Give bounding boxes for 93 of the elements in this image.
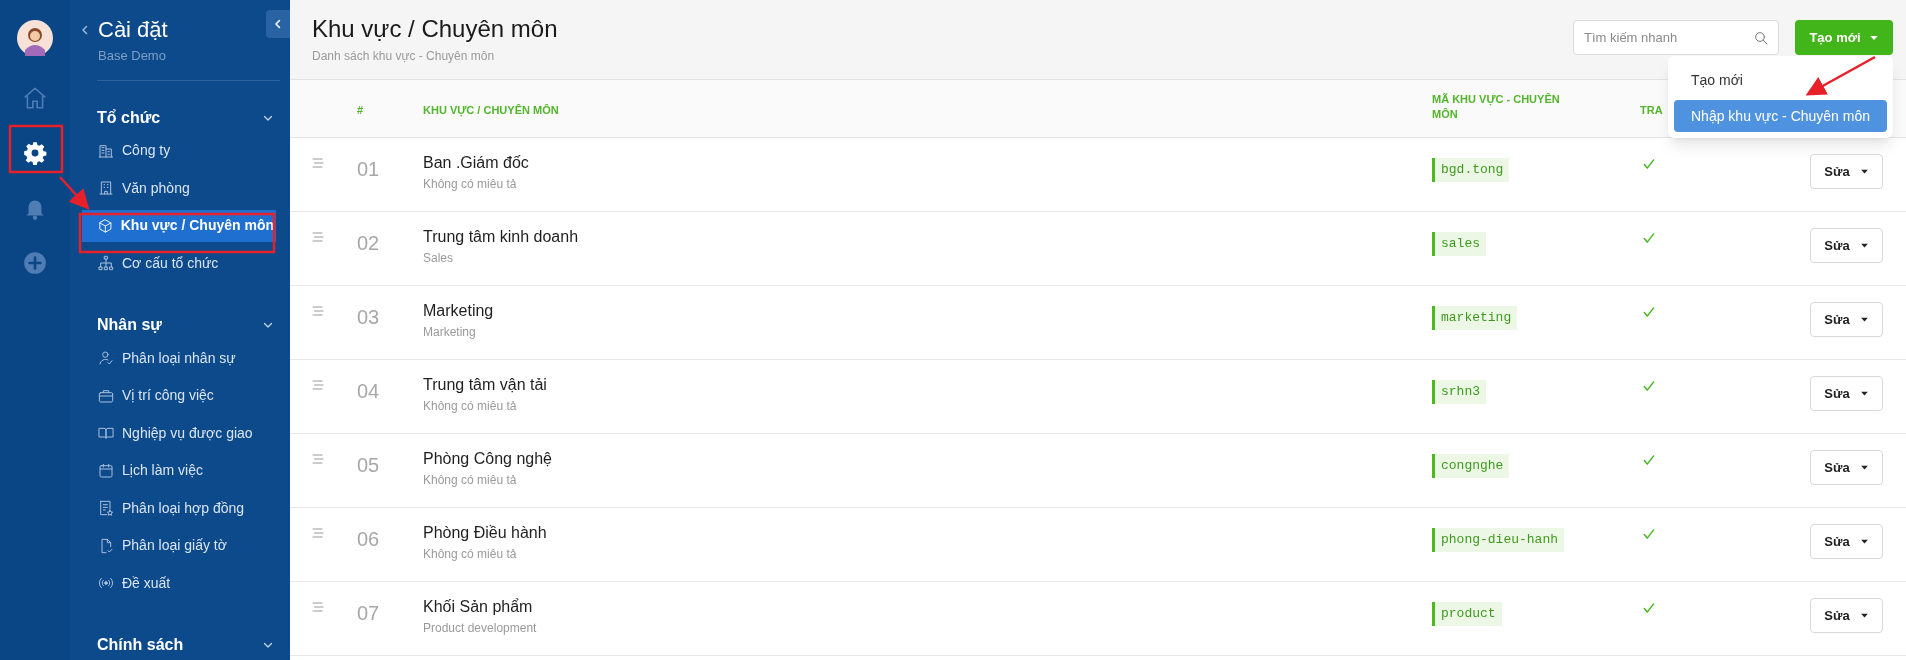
row-number: 03 [357,305,381,330]
caret-down-icon [1859,241,1869,250]
drag-handle-icon[interactable] [310,305,326,317]
caret-down-icon [1859,389,1869,398]
sidebar-item[interactable]: Nghiệp vụ được giao [82,417,276,449]
drag-handle-icon[interactable] [310,527,326,539]
row-number: 04 [357,379,381,404]
code-tag: phong-dieu-hanh [1432,528,1565,552]
row-number: 06 [357,527,381,552]
sidebar-item[interactable]: Vị trí công việc [82,379,276,412]
briefcase-icon [98,387,114,404]
row-number: 01 [357,157,381,182]
row-name: Ban .Giám đốc [423,153,530,173]
sidebar-item[interactable]: Phân loại hợp đồng [82,492,276,524]
sidebar-item[interactable]: Phân loại giấy tờ [82,529,276,562]
row-description: Không có miêu tả [423,398,518,415]
row-description: Không có miêu tả [423,472,518,489]
column-header: MÃ KHU VỰC - CHUYÊN MÔN [1432,92,1561,122]
edit-button[interactable]: Sửa [1810,376,1883,411]
caret-down-icon [1859,537,1869,546]
row-description: Không có miêu tả [423,176,518,193]
edit-button[interactable]: Sửa [1810,302,1883,337]
code-tag: sales [1432,232,1486,256]
sidebar-item[interactable]: Công ty [82,134,276,167]
sidebar-item[interactable]: Khu vực / Chuyên môn [82,209,276,242]
column-header: KHU VỰC / CHUYÊN MÔN [423,102,559,118]
row-description: Sales [423,250,455,267]
annotation-arrow [1805,55,1876,96]
drag-handle-icon[interactable] [310,601,326,613]
search-field[interactable]: Tìm kiếm nhanh [1573,20,1779,55]
row-name: Trung tâm vận tải [423,375,548,395]
edit-button[interactable]: Sửa [1810,228,1883,263]
caret-down-icon [1859,611,1869,620]
drag-handle-icon[interactable] [310,379,326,391]
row-name: Khối Sản phẩm [423,597,534,617]
cube-icon [98,217,113,234]
broadcast-icon [98,575,114,591]
caret-down-icon [1859,167,1869,176]
org-chart-icon [98,255,114,271]
drag-handle-icon[interactable] [310,453,326,465]
sidebar-item[interactable]: Cơ cấu tổ chức [82,247,276,279]
building-icon [98,180,114,196]
row-number: 07 [357,601,381,626]
user-check-icon [98,350,114,366]
code-tag: congnghe [1432,454,1510,478]
section-title: Nhân sự [97,315,162,335]
sidebar-subtitle: Base Demo [98,47,167,65]
page-title: Khu vực / Chuyên môn [312,14,558,44]
sidebar-item[interactable]: Phân loại nhân sự [82,342,276,374]
section-title: Chính sách [97,635,184,655]
caret-down-icon [1859,463,1869,472]
book-icon [98,425,114,441]
search-icon [1753,30,1769,46]
document-check-icon [98,537,114,554]
drag-handle-icon[interactable] [310,231,326,243]
page-subtitle: Danh sách khu vực - Chuyên môn [312,48,496,65]
menu-item[interactable]: Tạo mới [1674,64,1887,96]
row-number: 05 [357,453,381,478]
settings-icon[interactable] [22,140,48,166]
section-title: Tổ chức [97,107,161,128]
calendar-icon [98,462,114,479]
row-name: Phòng Công nghệ [423,449,553,469]
edit-button[interactable]: Sửa [1810,598,1883,633]
row-name: Marketing [423,301,495,321]
row-name: Phòng Điều hành [423,523,548,543]
office-building-icon [98,142,114,159]
column-header: TRA [1640,102,1663,118]
code-tag: product [1432,602,1502,626]
sidebar-item[interactable]: Lịch làm việc [82,454,276,487]
annotation-arrow [59,176,90,210]
avatar[interactable] [17,20,53,56]
row-name: Trung tâm kinh doanh [423,227,580,247]
add-icon[interactable] [22,250,48,276]
row-number: 02 [357,231,381,256]
collapse-button[interactable] [266,10,290,38]
edit-button[interactable]: Sửa [1810,450,1883,485]
column-header: # [357,102,364,118]
document-star-icon [98,500,114,516]
code-tag: bgd.tong [1432,158,1510,182]
drag-handle-icon[interactable] [310,157,326,169]
sidebar-item[interactable]: Đề xuất [82,567,276,599]
sidebar-item[interactable]: Văn phòng [82,172,276,204]
sidebar-title: Cài đặt [98,16,168,44]
row-description: Product development [423,620,538,637]
edit-button[interactable]: Sửa [1810,524,1883,559]
annotation-box [8,124,64,174]
row-description: Marketing [423,324,477,341]
code-tag: marketing [1432,306,1518,330]
edit-button[interactable]: Sửa [1810,154,1883,189]
row-description: Không có miêu tả [423,546,518,563]
code-tag: srhn3 [1432,380,1486,404]
home-icon[interactable] [22,85,48,111]
caret-down-icon [1859,315,1869,324]
